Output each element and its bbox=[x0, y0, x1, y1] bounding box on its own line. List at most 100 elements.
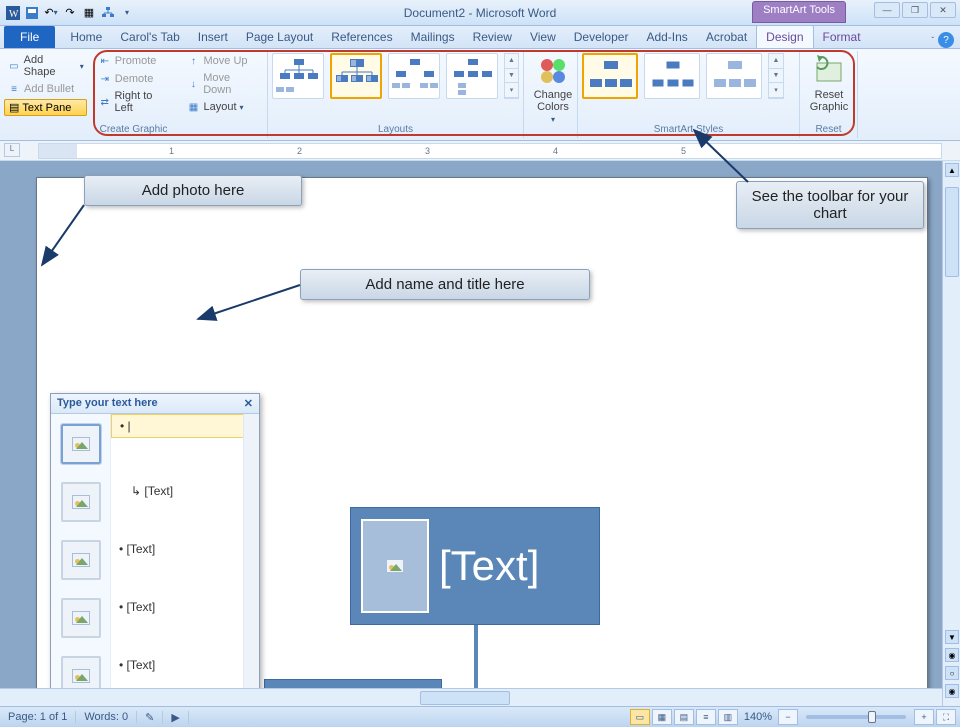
status-spellcheck-icon[interactable]: ✎ bbox=[137, 711, 163, 724]
move-down-button[interactable]: ↓Move Down bbox=[184, 71, 263, 97]
right-to-left-button[interactable]: ⇄Right to Left bbox=[95, 89, 176, 115]
styles-gallery-spinner[interactable]: ▲▼▾ bbox=[768, 53, 784, 99]
zoom-in-button[interactable]: + bbox=[914, 709, 934, 725]
zoom-fit-button[interactable]: ⛶ bbox=[936, 709, 956, 725]
tab-format[interactable]: Format bbox=[814, 26, 870, 48]
reset-graphic-icon bbox=[813, 55, 845, 87]
ruler-tick: 2 bbox=[297, 146, 302, 156]
spinner-up-icon[interactable]: ▲ bbox=[769, 54, 783, 69]
text-pane-item-1[interactable]: • | bbox=[111, 414, 259, 438]
view-outline[interactable]: ≡ bbox=[696, 709, 716, 725]
view-web-layout[interactable]: ▤ bbox=[674, 709, 694, 725]
minimize-button[interactable]: — bbox=[874, 2, 900, 18]
layout-option-3[interactable] bbox=[388, 53, 440, 99]
tab-design[interactable]: Design bbox=[756, 25, 813, 48]
undo-icon[interactable]: ↶▾ bbox=[42, 4, 60, 22]
save-icon[interactable] bbox=[23, 4, 41, 22]
view-print-layout[interactable]: ▭ bbox=[630, 709, 650, 725]
help-icon[interactable]: ? bbox=[938, 32, 954, 48]
tab-page-layout[interactable]: Page Layout bbox=[237, 26, 322, 48]
restore-button[interactable]: ❐ bbox=[902, 2, 928, 18]
view-draft[interactable]: ▥ bbox=[718, 709, 738, 725]
layout-option-4[interactable] bbox=[446, 53, 498, 99]
smartart-root-picture-placeholder[interactable] bbox=[361, 519, 429, 613]
layout-button[interactable]: ▦Layout▾ bbox=[184, 99, 263, 115]
tab-mailings[interactable]: Mailings bbox=[402, 26, 464, 48]
next-page-icon[interactable]: ◉ bbox=[945, 684, 959, 698]
group-layouts-label: Layouts bbox=[272, 123, 519, 136]
browse-object-icon[interactable]: ○ bbox=[945, 666, 959, 680]
scroll-up-icon[interactable]: ▲ bbox=[945, 163, 959, 177]
smartart-root-node[interactable]: [Text] bbox=[350, 507, 600, 625]
tab-selector[interactable]: L bbox=[4, 143, 20, 157]
text-pane-scrollbar[interactable] bbox=[243, 414, 259, 706]
minimize-ribbon-icon[interactable]: ˇ bbox=[931, 36, 934, 45]
zoom-slider[interactable] bbox=[806, 715, 906, 719]
status-page[interactable]: Page: 1 of 1 bbox=[0, 711, 76, 723]
vertical-scrollbar[interactable]: ▲ ▼ ◉ ○ ◉ bbox=[942, 161, 960, 706]
spinner-down-icon[interactable]: ▼ bbox=[505, 69, 518, 84]
move-up-button[interactable]: ↑Move Up bbox=[184, 53, 263, 69]
layouts-gallery-spinner[interactable]: ▲▼▾ bbox=[504, 53, 519, 99]
horizontal-scrollbar[interactable] bbox=[0, 688, 942, 706]
text-pane-item-2[interactable]: ↳ [Text] bbox=[111, 480, 259, 502]
promote-button[interactable]: ⇤Promote bbox=[95, 53, 176, 69]
qat-org-icon[interactable] bbox=[99, 4, 117, 22]
text-pane-item-4[interactable]: • [Text] bbox=[111, 596, 259, 618]
vertical-scroll-thumb[interactable] bbox=[945, 187, 959, 277]
status-macro-icon[interactable]: ▶ bbox=[163, 711, 188, 724]
redo-icon[interactable]: ↷ bbox=[61, 4, 79, 22]
zoom-level[interactable]: 140% bbox=[740, 711, 776, 723]
add-shape-button[interactable]: ▭Add Shape▾ bbox=[4, 53, 87, 79]
qat-more-icon[interactable]: ▾ bbox=[118, 4, 136, 22]
file-tab[interactable]: File bbox=[4, 26, 55, 48]
style-option-2[interactable] bbox=[644, 53, 700, 99]
demote-button[interactable]: ⇥Demote bbox=[95, 71, 176, 87]
spinner-down-icon[interactable]: ▼ bbox=[769, 69, 783, 84]
rtl-label: Right to Left bbox=[114, 90, 172, 114]
status-words[interactable]: Words: 0 bbox=[76, 711, 137, 723]
layout-option-1[interactable] bbox=[272, 53, 324, 99]
tab-review[interactable]: Review bbox=[464, 26, 521, 48]
style-option-1-selected[interactable] bbox=[582, 53, 638, 99]
spinner-more-icon[interactable]: ▾ bbox=[769, 83, 783, 98]
horizontal-scroll-thumb[interactable] bbox=[420, 691, 510, 705]
smartart-root-text[interactable]: [Text] bbox=[439, 542, 539, 590]
layout-option-2-selected[interactable] bbox=[330, 53, 382, 99]
zoom-out-button[interactable]: − bbox=[778, 709, 798, 725]
text-pane-item-5[interactable]: • [Text] bbox=[111, 654, 259, 676]
view-full-screen[interactable]: ▦ bbox=[652, 709, 672, 725]
thumb-3[interactable] bbox=[61, 540, 101, 580]
demote-icon: ⇥ bbox=[98, 72, 112, 86]
close-button[interactable]: ✕ bbox=[930, 2, 956, 18]
rtl-icon: ⇄ bbox=[98, 95, 112, 109]
thumb-2[interactable] bbox=[61, 482, 101, 522]
scroll-down-icon[interactable]: ▼ bbox=[945, 630, 959, 644]
tab-home[interactable]: Home bbox=[61, 26, 111, 48]
add-bullet-button[interactable]: ≡Add Bullet bbox=[4, 81, 87, 97]
tab-developer[interactable]: Developer bbox=[565, 26, 638, 48]
style-option-3[interactable] bbox=[706, 53, 762, 99]
text-pane-close-icon[interactable]: ✕ bbox=[244, 397, 253, 410]
thumb-4[interactable] bbox=[61, 598, 101, 638]
thumb-1[interactable] bbox=[61, 424, 101, 464]
tab-carol[interactable]: Carol's Tab bbox=[111, 26, 188, 48]
text-pane-button[interactable]: ▤Text Pane bbox=[4, 99, 87, 116]
tab-view[interactable]: View bbox=[521, 26, 565, 48]
zoom-slider-thumb[interactable] bbox=[868, 711, 876, 723]
horizontal-ruler[interactable]: 1 2 3 4 5 bbox=[38, 143, 942, 159]
text-pane-item-label: [Text] bbox=[127, 600, 156, 614]
tab-acrobat[interactable]: Acrobat bbox=[697, 26, 756, 48]
group-styles-label: SmartArt Styles bbox=[582, 123, 795, 136]
word-app-icon[interactable]: W bbox=[4, 4, 22, 22]
tab-references[interactable]: References bbox=[322, 26, 401, 48]
tab-addins[interactable]: Add-Ins bbox=[637, 26, 696, 48]
text-pane-item-3[interactable]: • [Text] bbox=[111, 538, 259, 560]
change-colors-button[interactable]: Change Colors▾ bbox=[528, 53, 578, 126]
tab-insert[interactable]: Insert bbox=[189, 26, 237, 48]
spinner-up-icon[interactable]: ▲ bbox=[505, 54, 518, 69]
prev-page-icon[interactable]: ◉ bbox=[945, 648, 959, 662]
reset-graphic-button[interactable]: Reset Graphic bbox=[804, 53, 854, 115]
spinner-more-icon[interactable]: ▾ bbox=[505, 83, 518, 98]
qat-custom-icon[interactable]: ▦ bbox=[80, 4, 98, 22]
